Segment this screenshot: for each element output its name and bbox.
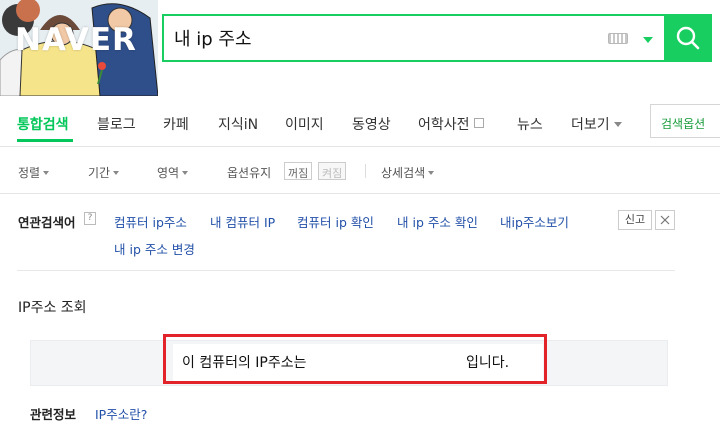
tab-news[interactable]: 뉴스 xyxy=(517,114,543,134)
related-search-link[interactable]: 컴퓨터 ip주소 xyxy=(114,212,187,231)
search-button[interactable] xyxy=(664,14,712,62)
search-icon xyxy=(676,26,700,50)
filter-sort-label: 정렬 xyxy=(18,166,41,180)
tab-dictionary[interactable]: 어학사전 xyxy=(418,114,484,134)
keep-options-label: 옵션유지 xyxy=(227,166,272,180)
related-searches-title: 연관검색어 xyxy=(18,215,76,230)
filter-period-label: 기간 xyxy=(88,166,111,180)
filter-sort[interactable]: 정렬 xyxy=(18,164,50,181)
keep-options-off-toggle[interactable]: 꺼짐 xyxy=(284,162,313,180)
related-info-link[interactable]: IP주소란? xyxy=(95,404,147,423)
tab-cafe[interactable]: 카페 xyxy=(163,114,189,134)
tab-dictionary-label: 어학사전 xyxy=(418,117,470,133)
tab-image[interactable]: 이미지 xyxy=(285,114,324,134)
related-search-link[interactable]: 컴퓨터 ip 확인 xyxy=(297,212,374,231)
divider xyxy=(0,193,720,194)
chevron-down-icon xyxy=(428,171,435,175)
chevron-down-icon xyxy=(182,171,189,175)
filter-detail-label: 상세검색 xyxy=(381,166,426,180)
ip-result-suffix: 입니다. xyxy=(466,355,510,371)
search-options-button[interactable]: 검색옵션 xyxy=(650,104,720,138)
naver-logo: NAVER xyxy=(15,22,137,58)
related-search-link[interactable]: 내ip주소보기 xyxy=(500,212,569,231)
tab-blog[interactable]: 블로그 xyxy=(97,114,136,134)
tab-more-label: 더보기 xyxy=(571,117,610,133)
new-window-icon xyxy=(473,118,484,128)
autocomplete-toggle-icon[interactable] xyxy=(643,37,653,43)
chevron-down-icon xyxy=(113,171,120,175)
related-search-link[interactable]: 내 ip 주소 변경 xyxy=(114,239,195,258)
close-icon xyxy=(660,215,670,225)
filter-period[interactable]: 기간 xyxy=(88,164,120,181)
ip-result-text: 이 컴퓨터의 IP주소는 xyxy=(182,355,307,371)
search-box xyxy=(162,14,664,62)
naver-logo-doodle[interactable]: NAVER xyxy=(0,0,158,96)
chevron-down-icon xyxy=(613,122,622,127)
filter-area-label: 영역 xyxy=(157,166,180,180)
tab-integrated[interactable]: 통합검색 xyxy=(17,114,69,134)
filter-area[interactable]: 영역 xyxy=(157,164,189,181)
search-tabs: 통합검색 블로그 카페 지식iN 이미지 동영상 어학사전 뉴스 더보기 xyxy=(0,106,720,142)
divider xyxy=(365,164,366,178)
keyboard-icon[interactable] xyxy=(608,33,628,44)
help-icon[interactable]: ? xyxy=(84,212,96,225)
close-button[interactable] xyxy=(655,210,675,230)
tab-video[interactable]: 동영상 xyxy=(352,114,391,134)
related-search-link[interactable]: 내 ip 주소 확인 xyxy=(397,212,478,231)
tab-more[interactable]: 더보기 xyxy=(571,114,622,134)
related-info-label: 관련정보 xyxy=(30,407,77,422)
keep-options-on-toggle[interactable]: 켜짐 xyxy=(318,162,347,180)
search-input[interactable] xyxy=(174,24,594,52)
ip-lookup-title: IP주소 조회 xyxy=(18,300,87,316)
related-search-link[interactable]: 내 컴퓨터 IP xyxy=(210,212,275,231)
report-button[interactable]: 신고 xyxy=(618,210,652,230)
divider xyxy=(17,270,675,271)
active-tab-indicator xyxy=(17,139,73,142)
tab-kin[interactable]: 지식iN xyxy=(218,114,258,134)
chevron-down-icon xyxy=(43,171,50,175)
filter-detail-search[interactable]: 상세검색 xyxy=(381,164,435,181)
divider xyxy=(0,146,720,147)
